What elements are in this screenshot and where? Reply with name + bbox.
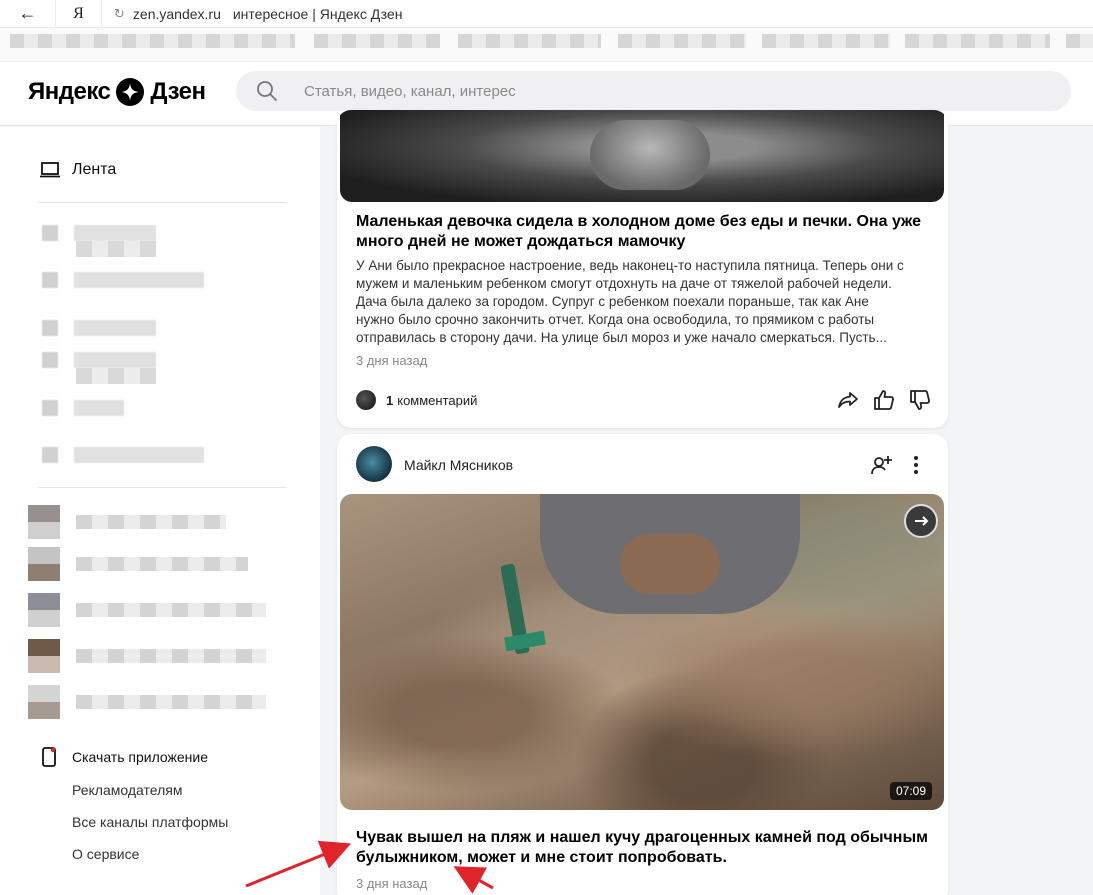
search-icon — [257, 81, 277, 101]
divider — [38, 202, 286, 203]
article-actions — [836, 388, 932, 412]
url-host[interactable]: zen.yandex.ru — [133, 6, 221, 22]
download-app-label: Скачать приложение — [72, 749, 209, 765]
logo-text-yandex: Яндекс — [28, 78, 111, 105]
like-icon[interactable] — [872, 388, 896, 412]
bookmark-blur — [314, 34, 440, 48]
back-arrow-icon: ← — [18, 3, 37, 23]
blurred-channel[interactable] — [28, 547, 268, 581]
author-avatar[interactable] — [356, 446, 392, 482]
laptop-icon — [40, 162, 60, 178]
video-title[interactable]: Чувак вышел на пляж и нашел кучу драгоце… — [356, 828, 928, 868]
bookmark-blur — [458, 34, 601, 48]
blurred-subscription[interactable] — [42, 352, 156, 368]
sidebar-item-feed[interactable]: Лента — [40, 161, 116, 179]
bookmark-blur — [1066, 34, 1093, 48]
sidebar-item-label: Лента — [72, 161, 117, 178]
logo-text-zen: Дзен — [150, 78, 206, 105]
bookmark-blur — [905, 34, 1050, 48]
subscribe-icon[interactable] — [870, 454, 892, 476]
video-age: 3 дня назад — [356, 876, 428, 891]
more-options-icon[interactable] — [906, 454, 926, 476]
share-icon[interactable] — [836, 388, 860, 412]
blurred-channel[interactable] — [28, 639, 268, 673]
divider — [38, 487, 286, 488]
reload-icon[interactable]: ↻ — [114, 6, 125, 22]
article-image[interactable] — [340, 110, 944, 202]
bookmarks-bar-blurred — [0, 28, 1093, 62]
video-preview[interactable]: 07:09 — [340, 494, 944, 810]
browser-toolbar: ← Я ↻ zen.yandex.ru интересное | Яндекс … — [0, 0, 1093, 28]
blurred-subscription[interactable] — [42, 225, 156, 241]
blurred-channel[interactable] — [28, 505, 268, 539]
blurred-subscription — [76, 368, 156, 384]
search-bar[interactable] — [236, 71, 1071, 111]
search-input[interactable] — [304, 82, 1004, 100]
commenter-avatar — [356, 390, 376, 410]
blurred-channel[interactable] — [28, 593, 268, 627]
article-snippet[interactable]: У Ани было прекрасное настроение, ведь н… — [356, 257, 936, 347]
author-name[interactable]: Майкл Мясников — [404, 457, 513, 473]
blurred-subscription[interactable] — [42, 447, 204, 463]
zen-star-icon — [116, 78, 145, 106]
image-hand — [590, 120, 710, 190]
yandex-letter-icon: Я — [73, 4, 84, 22]
about-service-link[interactable]: О сервисе — [72, 846, 139, 862]
bookmark-blur — [10, 34, 295, 48]
back-button[interactable]: ← — [0, 0, 56, 28]
video-card[interactable]: Майкл Мясников 07:09 Чувак вышел на пляж… — [337, 434, 948, 895]
advertisers-link[interactable]: Рекламодателям — [72, 782, 182, 798]
blurred-subscription[interactable] — [42, 400, 124, 416]
sidebar: Лента Скачать приложение Рекламодателям … — [0, 127, 320, 895]
video-duration: 07:09 — [889, 782, 932, 800]
blurred-subscription — [76, 241, 156, 257]
blurred-subscription[interactable] — [42, 272, 204, 288]
download-app-link[interactable]: Скачать приложение — [42, 747, 208, 767]
channel-badge-icon — [904, 504, 938, 538]
bookmark-blur — [762, 34, 890, 48]
article-age: 3 дня назад — [356, 353, 428, 368]
blurred-subscription[interactable] — [42, 320, 156, 336]
comments-link[interactable]: 1 комментарий — [356, 390, 477, 410]
comment-label: комментарий — [397, 392, 478, 408]
yandex-home-button[interactable]: Я — [56, 0, 102, 28]
dislike-icon[interactable] — [908, 388, 932, 412]
article-title[interactable]: Маленькая девочка сидела в холодном доме… — [356, 212, 921, 252]
zen-logo[interactable]: Яндекс Дзен — [28, 78, 206, 106]
blurred-channel[interactable] — [28, 685, 268, 719]
comment-count: 1 — [386, 392, 394, 408]
phone-icon — [42, 747, 56, 767]
bookmark-blur — [618, 34, 746, 48]
tab-title: интересное | Яндекс Дзен — [232, 5, 403, 22]
video-hands — [620, 534, 720, 594]
all-channels-link[interactable]: Все каналы платформы — [72, 814, 228, 830]
article-card[interactable]: Маленькая девочка сидела в холодном доме… — [337, 110, 948, 428]
